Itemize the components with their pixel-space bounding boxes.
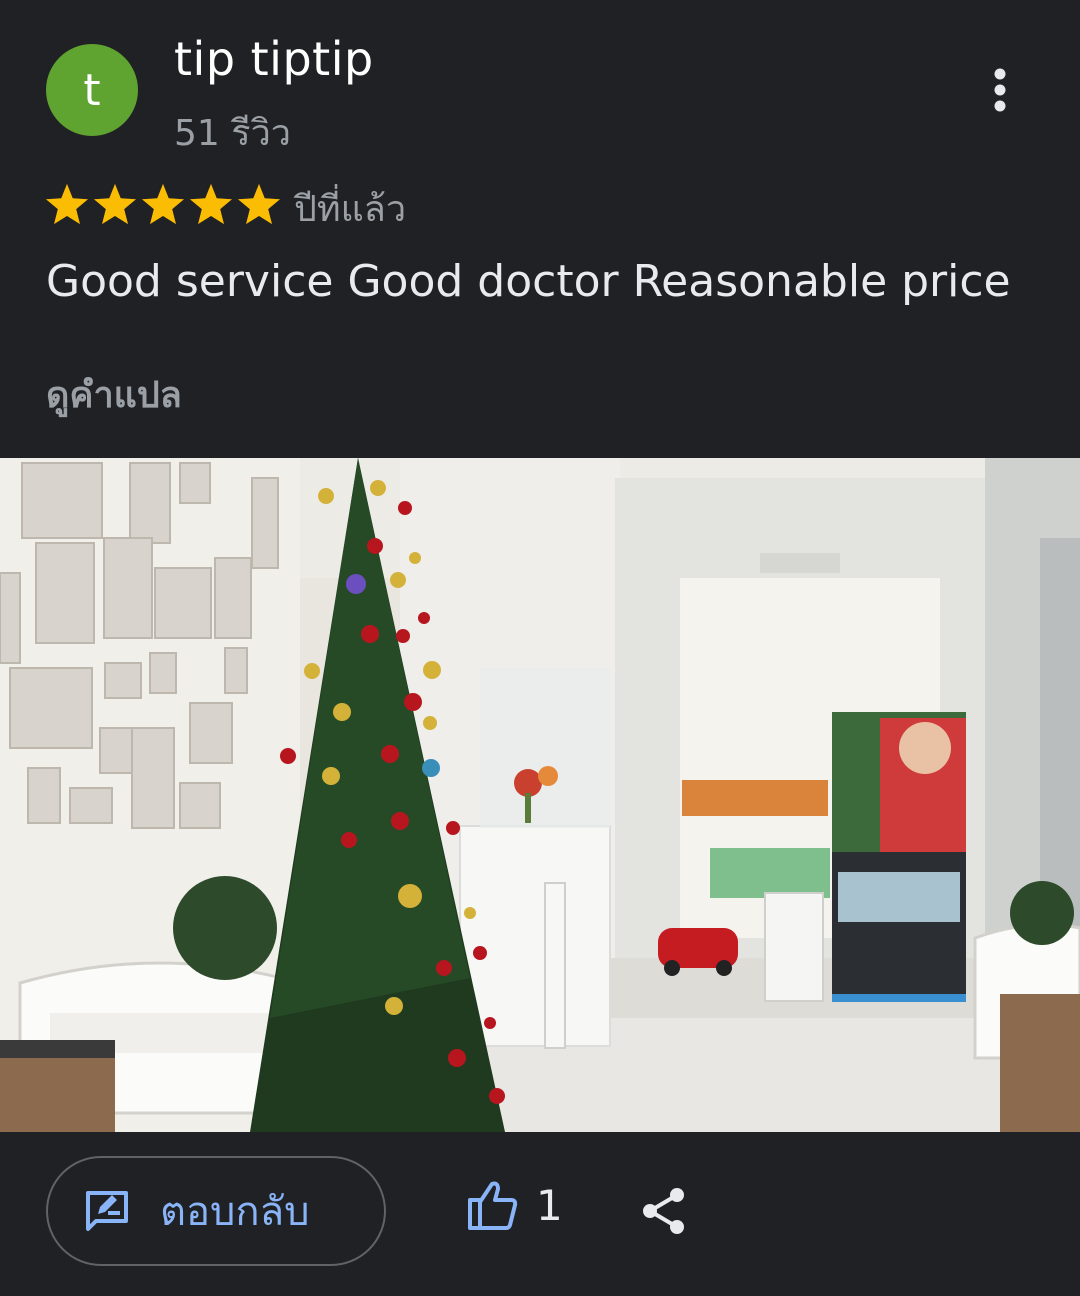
star-icon [44, 182, 90, 226]
share-icon [643, 1188, 684, 1234]
star-icon [140, 182, 186, 226]
review-card: t tip tiptip 51 รีวิว ปีที่แล้ว Good ser… [0, 0, 1080, 1296]
dental-clinic-lobby-photo [0, 458, 1080, 1132]
reply-button[interactable]: ตอบกลับ [46, 1156, 386, 1266]
edit-comment-icon [86, 1191, 128, 1231]
star-rating [44, 182, 282, 226]
share-button[interactable] [640, 1186, 688, 1240]
review-text: Good service Good doctor Reasonable pric… [46, 256, 1011, 307]
star-icon [92, 182, 138, 226]
more-options-button[interactable] [976, 60, 1024, 120]
avatar-initial: t [83, 64, 101, 116]
author-review-count: 51 รีวิว [174, 113, 292, 154]
author-name[interactable]: tip tiptip [174, 32, 374, 86]
review-photo[interactable] [0, 458, 1080, 1132]
translate-link[interactable]: ดูคำแปล [46, 366, 182, 423]
review-date: ปีที่แล้ว [294, 189, 407, 230]
star-icon [188, 182, 234, 226]
author-avatar[interactable]: t [46, 44, 138, 136]
like-count: 1 [536, 1180, 563, 1230]
reply-label: ตอบกลับ [160, 1189, 310, 1235]
more-vert-icon [994, 68, 1006, 112]
thumb-up-icon [468, 1181, 518, 1230]
star-icon [236, 182, 282, 226]
like-button[interactable]: 1 [466, 1180, 563, 1230]
